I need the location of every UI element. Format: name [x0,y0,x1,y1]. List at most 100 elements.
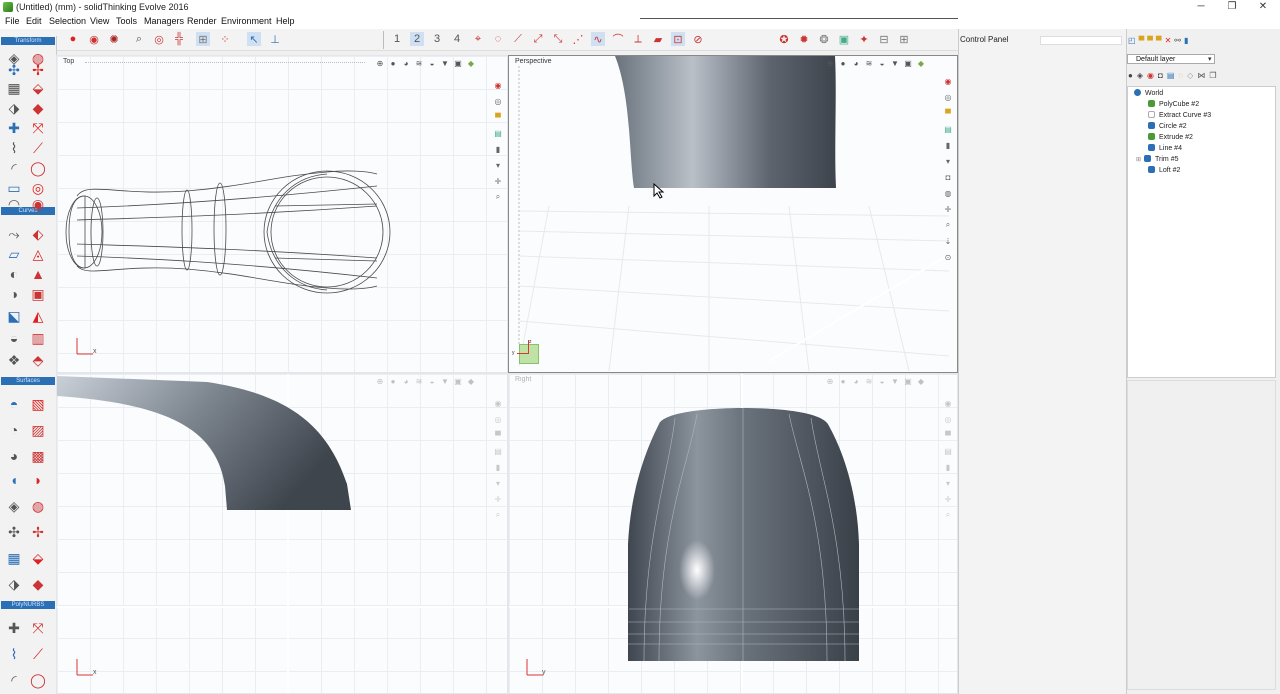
palette-tool-icon[interactable]: ❖ [4,350,24,370]
reset-view-icon[interactable]: ⊙ [943,252,953,262]
menu-help[interactable]: Help [276,16,295,26]
smooth-icon[interactable]: ◕ [851,58,861,68]
tree-item[interactable]: Extrude #2 [1148,133,1193,141]
filter-all-icon[interactable]: ● [1128,71,1133,80]
snap-surface-icon[interactable]: ▰ [651,32,665,46]
pan-icon[interactable]: ✛ [943,204,953,214]
filter-light-icon[interactable]: ◌ [1178,71,1183,80]
filter-curves-icon[interactable]: ▤ [1167,71,1175,80]
palette-tool-icon[interactable]: ✢ [28,522,48,542]
palette-tool-icon[interactable]: ▧ [28,394,48,414]
layout-full-icon[interactable]: ⊞ [897,32,911,46]
grid-snap-icon[interactable]: ╬ [172,32,186,46]
layers-icon[interactable]: ≋ [864,58,874,68]
browser-open-icon[interactable]: ▀ [1156,36,1162,45]
filter-copy-icon[interactable]: ❐ [1209,71,1216,80]
minimize-button[interactable]: ─ [1186,0,1216,15]
select-arrow-icon[interactable]: ↖ [247,32,261,46]
tree-root[interactable]: World [1134,89,1163,97]
camera-icon[interactable]: ✦ [857,32,871,46]
palette-tool-icon[interactable]: ⬙ [28,78,48,98]
camera-icon[interactable]: ◘ [943,172,953,182]
palette-tool-icon[interactable]: ◯ [28,158,48,178]
menu-managers[interactable]: Managers [144,16,184,26]
palette-tool-icon[interactable]: ◆ [28,98,48,118]
render-icon[interactable]: ◉ [943,76,953,86]
palette-tool-icon[interactable]: ✚ [4,118,24,138]
palette-tool-icon[interactable]: ◉ [28,194,48,214]
browser-folder-icon[interactable]: ▀ [1139,36,1145,45]
snap-tangent-icon[interactable]: ⌒ [611,32,625,46]
menu-file[interactable]: File [5,16,20,26]
tree-item[interactable]: Circle #2 [1148,122,1187,130]
palette-tool-icon[interactable]: ⌇ [4,138,24,158]
snap-vertex-icon[interactable]: ⊡ [671,32,685,46]
menu-view[interactable]: View [90,16,109,26]
palette-tool-icon[interactable]: ◈ [4,496,24,516]
lock-icon[interactable]: ▮ [943,140,953,150]
palette-tool-icon[interactable]: ⬖ [28,224,48,244]
palette-tool-icon[interactable]: ▲ [28,264,48,284]
palette-tool-icon[interactable]: ⟋ [28,644,48,664]
view-3-icon[interactable]: 3 [430,32,444,46]
browser-delete-icon[interactable]: ✕ [1165,36,1172,45]
zoom-icon[interactable]: ⌕ [132,32,146,46]
palette-tool-icon[interactable]: ▦ [4,548,24,568]
shade-sphere-icon[interactable]: ◉ [87,32,101,46]
snap-intersection-icon[interactable]: ⋰ [571,32,585,46]
palette-tool-icon[interactable]: ◔ [4,420,24,440]
palette-tool-icon[interactable]: ◕ [4,446,24,466]
snap-center-icon[interactable]: ⤡ [551,32,565,46]
filter-materials-icon[interactable]: ◉ [1147,71,1154,80]
shaded-icon[interactable]: ● [838,58,848,68]
scene-icon[interactable]: ▣ [837,32,851,46]
palette-tool-icon[interactable]: ⬘ [28,350,48,370]
view-4-icon[interactable]: 4 [450,32,464,46]
axis-icon[interactable]: ⊥ [268,32,282,46]
palette-tool-icon[interactable]: ✣ [4,522,24,542]
cube-icon[interactable]: ◆ [916,58,926,68]
render-sphere-icon[interactable]: ● [66,32,80,46]
browser-lock-icon[interactable]: ▮ [1184,36,1188,45]
menu-edit[interactable]: Edit [26,16,42,26]
snap-grid-point-icon[interactable]: ⌖ [471,32,485,46]
filter-lights-icon[interactable]: ◘ [1158,71,1163,80]
list-icon[interactable]: ▤ [943,124,953,134]
viewport-right[interactable]: Right ⊕ ● ◕ ≋ ◒ ▼ ▣ ◆ ◉ ◎ ▀ ▤ ▮ ▾ ✛ ⌕ y [508,373,958,694]
snap-end-icon[interactable]: ⟋ [511,32,525,46]
filter-icon[interactable]: ▼ [890,58,900,68]
browser-link-icon[interactable]: ⚯ [1174,36,1181,45]
palette-tool-icon[interactable]: ◭ [28,306,48,326]
palette-tool-icon[interactable]: ▩ [28,446,48,466]
dolly-icon[interactable]: ⇣ [943,236,953,246]
section-icon[interactable]: ◒ [877,58,887,68]
menu-tools[interactable]: Tools [116,16,137,26]
palette-tool-icon[interactable]: ◑ [4,284,24,304]
tree-item[interactable]: ⊞ Trim #5 [1136,155,1179,163]
palette-tool-icon[interactable]: ⬙ [28,548,48,568]
environment-icon[interactable]: ❂ [817,32,831,46]
snap-circle-icon[interactable]: ◌ [491,32,505,46]
snap-points-icon[interactable]: ⁘ [218,32,232,46]
palette-tool-icon[interactable]: ⤧ [28,118,48,138]
palette-tool-icon[interactable]: ▥ [28,328,48,348]
tree-item[interactable]: Line #4 [1148,144,1182,152]
browser-new-folder-icon[interactable]: ▀ [1147,36,1153,45]
menu-selection[interactable]: Selection [49,16,86,26]
palette-tool-icon[interactable]: ⟋ [28,138,48,158]
folder-icon[interactable]: ▀ [943,108,953,118]
palette-tool-icon[interactable]: ◍ [28,496,48,516]
palette-tool-icon[interactable]: ◗ [28,470,48,490]
tree-item[interactable]: Loft #2 [1148,166,1180,174]
snap-off-icon[interactable]: ⊘ [691,32,705,46]
layout-grid-icon[interactable]: ⊟ [877,32,891,46]
browser-layers-icon[interactable]: ◰ [1128,36,1136,45]
menu-environment[interactable]: Environment [221,16,272,26]
palette-tool-icon[interactable]: ⤧ [28,618,48,638]
palette-tool-icon[interactable]: ▦ [4,78,24,98]
light-settings-icon[interactable]: ✹ [797,32,811,46]
palette-tool-icon[interactable]: ⬕ [4,306,24,326]
palette-tool-icon[interactable]: ◓ [4,394,24,414]
palette-tool-icon[interactable]: ▨ [28,420,48,440]
orbit-icon[interactable]: ◍ [943,188,953,198]
